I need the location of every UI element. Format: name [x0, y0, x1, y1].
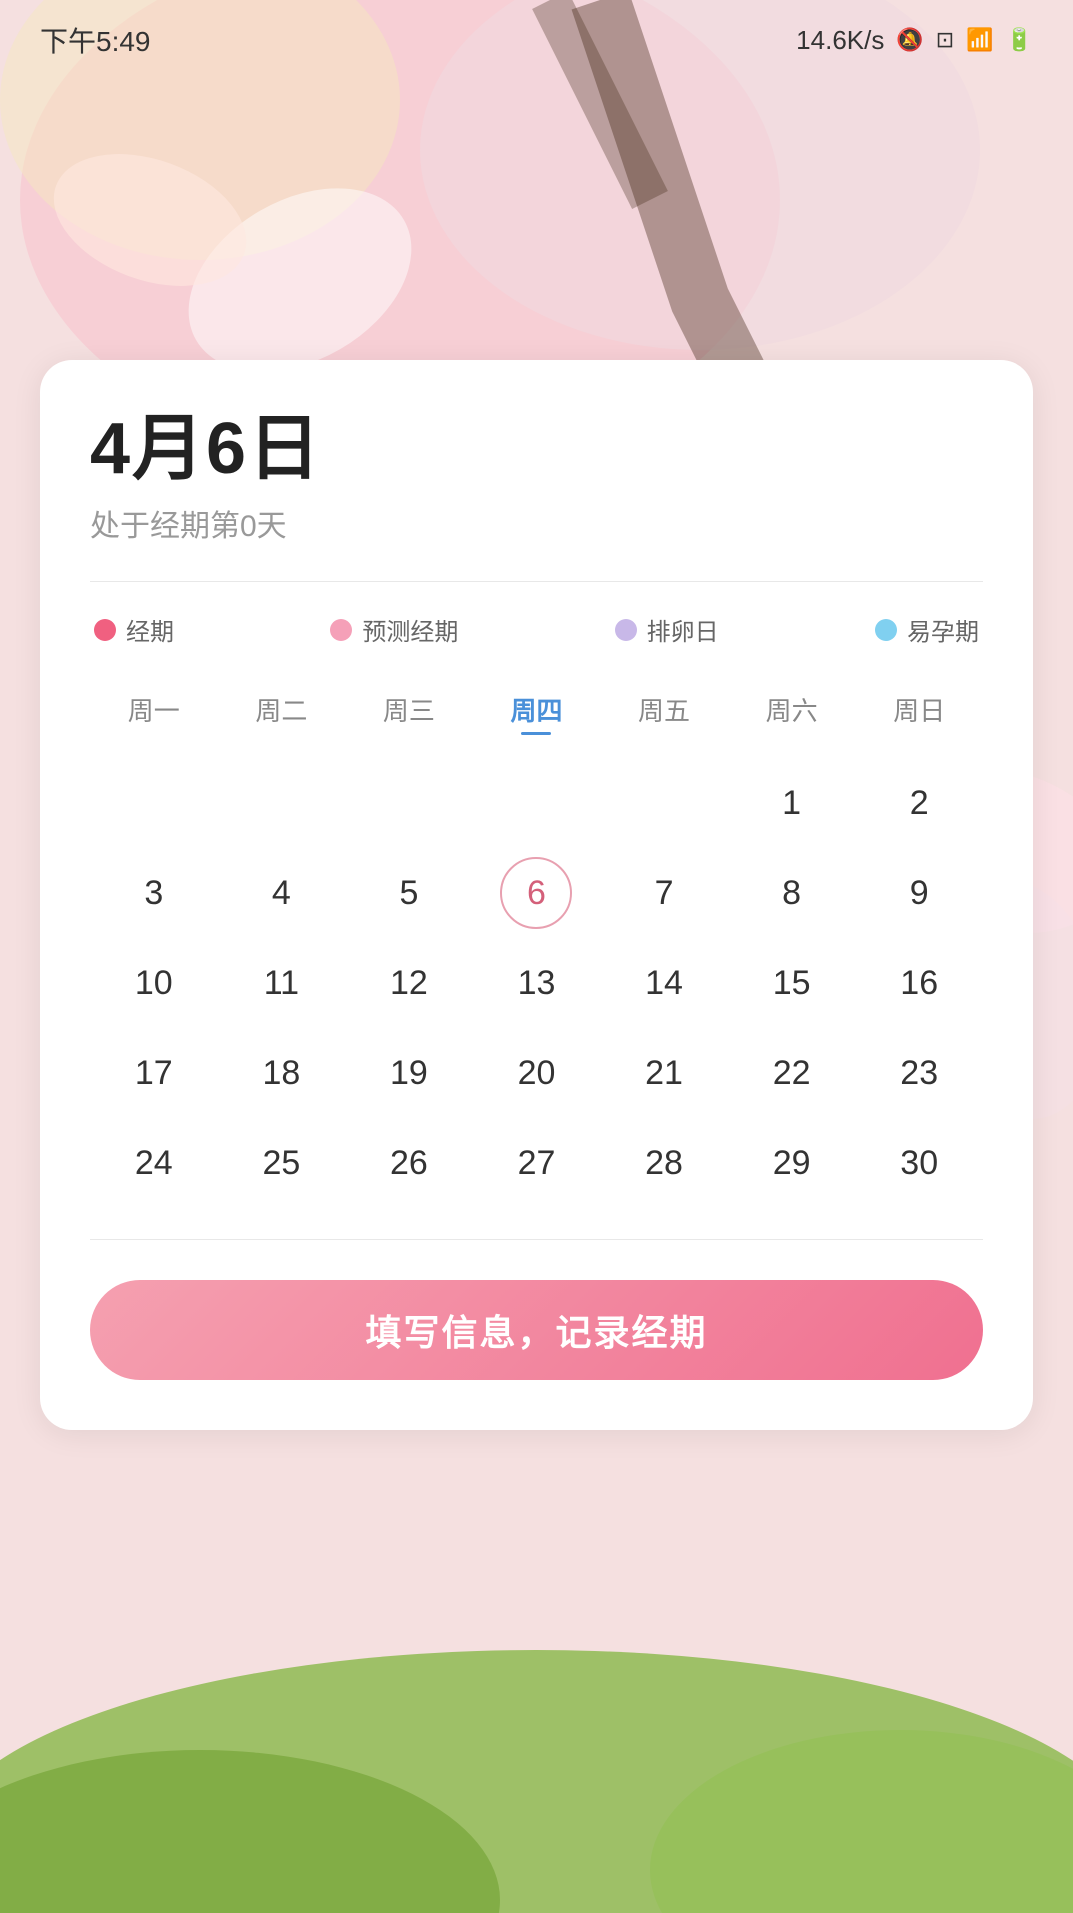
weekday-sat: 周六 [728, 683, 856, 743]
ovulation-dot [615, 619, 637, 641]
battery-icon: 🔋 [1006, 27, 1033, 53]
day-24[interactable]: 24 [90, 1123, 218, 1203]
wifi-icon: 📶 [966, 27, 993, 53]
legend-predicted: 预测经期 [330, 612, 458, 647]
day-19[interactable]: 19 [345, 1033, 473, 1113]
day-5[interactable]: 5 [345, 853, 473, 933]
network-speed: 14.6K/s [796, 25, 884, 56]
date-title: 4月6日 [90, 410, 983, 489]
day-7[interactable]: 7 [600, 853, 728, 933]
weekday-mon: 周一 [90, 683, 218, 743]
legend-fertile: 易孕期 [875, 612, 979, 647]
ovulation-label: 排卵日 [647, 612, 719, 647]
legend-ovulation: 排卵日 [615, 612, 719, 647]
day-8[interactable]: 8 [728, 853, 856, 933]
day-10[interactable]: 10 [90, 943, 218, 1023]
main-card: 4月6日 处于经期第0天 经期 预测经期 排卵日 易孕期 周一 周二 周三 周四… [40, 360, 1033, 1430]
day-4[interactable]: 4 [218, 853, 346, 933]
day-16[interactable]: 16 [855, 943, 983, 1023]
fertile-dot [875, 619, 897, 641]
day-28[interactable]: 28 [600, 1123, 728, 1203]
day-15[interactable]: 15 [728, 943, 856, 1023]
day-2[interactable]: 2 [855, 763, 983, 843]
status-right: 14.6K/s 🔕 ⊡ 📶 🔋 [796, 25, 1033, 56]
cta-button[interactable]: 填写信息，记录经期 [90, 1280, 983, 1380]
day-25[interactable]: 25 [218, 1123, 346, 1203]
top-divider [90, 581, 983, 582]
day-11[interactable]: 11 [218, 943, 346, 1023]
day-26[interactable]: 26 [345, 1123, 473, 1203]
day-empty-4 [473, 763, 601, 843]
legend: 经期 预测经期 排卵日 易孕期 [90, 612, 983, 647]
status-bar: 下午5:49 14.6K/s 🔕 ⊡ 📶 🔋 [0, 0, 1073, 80]
status-time: 下午5:49 [40, 20, 151, 60]
bottom-divider [90, 1239, 983, 1240]
day-empty-2 [218, 763, 346, 843]
predicted-label: 预测经期 [362, 612, 458, 647]
day-empty-3 [345, 763, 473, 843]
mute-icon: 🔕 [896, 27, 923, 53]
period-label: 经期 [126, 612, 174, 647]
weekday-header: 周一 周二 周三 周四 周五 周六 周日 [90, 683, 983, 743]
calendar: 周一 周二 周三 周四 周五 周六 周日 1 2 3 4 5 6 7 8 9 [90, 683, 983, 1203]
day-6[interactable]: 6 [473, 853, 601, 933]
day-14[interactable]: 14 [600, 943, 728, 1023]
weekday-fri: 周五 [600, 683, 728, 743]
day-20[interactable]: 20 [473, 1033, 601, 1113]
weekday-wed: 周三 [345, 683, 473, 743]
day-13[interactable]: 13 [473, 943, 601, 1023]
date-subtitle: 处于经期第0天 [90, 501, 983, 545]
predicted-dot [330, 619, 352, 641]
weekday-thu: 周四 [473, 683, 601, 743]
day-9[interactable]: 9 [855, 853, 983, 933]
day-empty-5 [600, 763, 728, 843]
days-grid: 1 2 3 4 5 6 7 8 9 10 11 12 13 14 15 16 1… [90, 763, 983, 1203]
period-dot [94, 619, 116, 641]
weekday-sun: 周日 [855, 683, 983, 743]
day-18[interactable]: 18 [218, 1033, 346, 1113]
day-30[interactable]: 30 [855, 1123, 983, 1203]
legend-period: 经期 [94, 612, 174, 647]
weekday-tue: 周二 [218, 683, 346, 743]
day-empty-1 [90, 763, 218, 843]
day-3[interactable]: 3 [90, 853, 218, 933]
fertile-label: 易孕期 [907, 612, 979, 647]
day-21[interactable]: 21 [600, 1033, 728, 1113]
day-17[interactable]: 17 [90, 1033, 218, 1113]
screenshot-icon: ⊡ [936, 27, 954, 53]
day-29[interactable]: 29 [728, 1123, 856, 1203]
day-1[interactable]: 1 [728, 763, 856, 843]
day-27[interactable]: 27 [473, 1123, 601, 1203]
day-22[interactable]: 22 [728, 1033, 856, 1113]
day-12[interactable]: 12 [345, 943, 473, 1023]
day-23[interactable]: 23 [855, 1033, 983, 1113]
